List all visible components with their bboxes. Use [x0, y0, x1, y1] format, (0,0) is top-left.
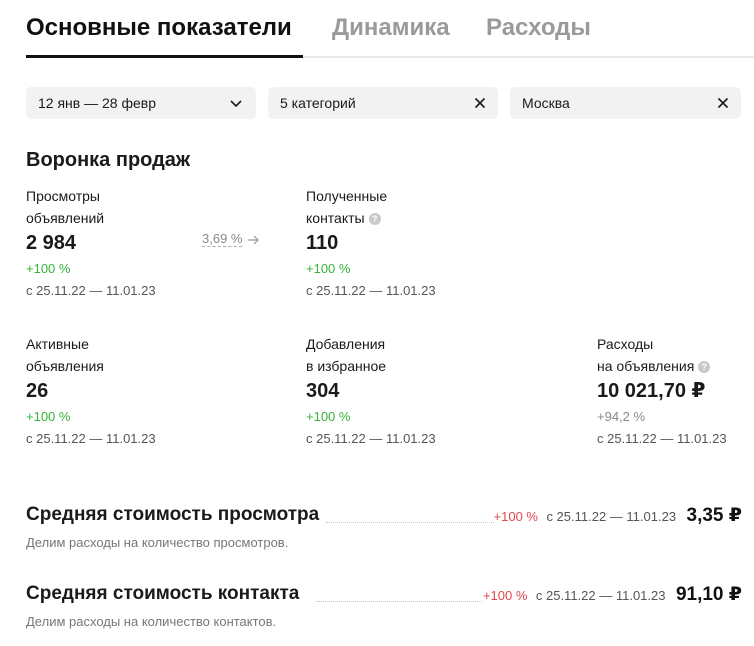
avg-change: +100 %	[493, 509, 538, 524]
avg-cost-per-view: Средняя стоимость просмотра +100 % с 25.…	[26, 504, 742, 550]
avg-values: +100 % с 25.11.22 — 11.01.23 3,35 ₽	[493, 504, 742, 527]
info-icon[interactable]: ?	[698, 361, 711, 374]
active-tab-indicator	[26, 55, 303, 58]
metric-label: Добавления	[306, 336, 386, 352]
funnel-title: Воронка продаж	[26, 149, 191, 171]
dotted-leader	[316, 601, 486, 602]
avg-title: Средняя стоимость просмотра	[26, 504, 322, 526]
metric-value: 10 021,70 ₽	[597, 380, 706, 402]
metric-value: 2 984	[26, 232, 77, 254]
date-range-select[interactable]: 12 янв — 28 февр	[26, 87, 256, 119]
metric-change: +94,2 %	[597, 409, 646, 424]
metric-expenses: Расходы на объявления? 10 021,70 ₽ +94,2…	[597, 333, 754, 449]
metric-period: с 25.11.22 — 11.01.23	[306, 283, 436, 298]
avg-change: +100 %	[482, 588, 528, 603]
avg-description: Делим расходы на количество контактов.	[26, 614, 277, 629]
avg-description: Делим расходы на количество просмотров.	[26, 535, 289, 550]
metric-label: объявления	[26, 358, 104, 374]
metric-contacts: Полученные контакты? 110 +100 % с 25.11.…	[306, 185, 466, 301]
metric-value: 304	[306, 380, 340, 402]
metric-label: на объявления	[597, 358, 695, 374]
date-range-value: 12 янв — 28 февр	[38, 95, 156, 111]
tab-main-metrics[interactable]: Основные показатели	[26, 14, 292, 42]
category-filter-value: 5 категорий	[280, 95, 356, 111]
avg-period: с 25.11.22 — 11.01.23	[546, 509, 677, 524]
metric-period: с 25.11.22 — 11.01.23	[597, 431, 727, 446]
avg-value: 91,10 ₽	[675, 584, 742, 605]
tab-dynamics[interactable]: Динамика	[332, 14, 450, 42]
metric-label: Расходы	[597, 336, 654, 352]
avg-period: с 25.11.22 — 11.01.23	[535, 588, 666, 603]
metric-label-row: контакты?	[306, 207, 466, 229]
tab-bar: Основные показатели Динамика Расходы	[0, 0, 754, 60]
metric-value: 26	[26, 380, 49, 402]
city-filter[interactable]: Москва	[510, 87, 741, 119]
metric-label: Просмотры	[26, 188, 100, 204]
metric-period: с 25.11.22 — 11.01.23	[26, 431, 156, 446]
metric-active-listings: Активные объявления 26 +100 % с 25.11.22…	[26, 333, 186, 449]
category-filter[interactable]: 5 категорий	[268, 87, 498, 119]
metric-change: +100 %	[306, 261, 351, 276]
metric-label: Полученные	[306, 188, 388, 204]
metric-change: +100 %	[306, 409, 351, 424]
avg-values: +100 % с 25.11.22 — 11.01.23 91,10 ₽	[482, 583, 742, 606]
city-filter-value: Москва	[522, 95, 570, 111]
metric-views: Просмотры объявлений 2 984 +100 % с 25.1…	[26, 185, 186, 301]
metric-value: 110	[306, 232, 339, 254]
metric-change: +100 %	[26, 261, 71, 276]
avg-value: 3,35 ₽	[686, 505, 742, 526]
close-icon[interactable]	[472, 95, 488, 111]
metric-label: Активные	[26, 336, 89, 352]
arrow-right-icon	[248, 235, 259, 244]
tab-expenses[interactable]: Расходы	[486, 14, 591, 42]
metric-period: с 25.11.22 — 11.01.23	[26, 283, 156, 298]
metric-label: контакты	[306, 210, 365, 226]
info-icon[interactable]: ?	[368, 213, 381, 226]
avg-cost-per-contact: Средняя стоимость контакта +100 % с 25.1…	[26, 583, 742, 629]
close-icon[interactable]	[715, 95, 731, 111]
metric-label: объявлений	[26, 210, 105, 226]
conversion-value: 3,69 %	[202, 231, 243, 247]
metric-label: в избранное	[306, 358, 387, 374]
chevron-down-icon	[230, 100, 242, 108]
metric-label-row: на объявления?	[597, 355, 754, 377]
metric-change: +100 %	[26, 409, 71, 424]
conversion-rate[interactable]: 3,69 %	[202, 231, 260, 247]
avg-title: Средняя стоимость контакта	[26, 583, 302, 605]
metric-favorites: Добавления в избранное 304 +100 % с 25.1…	[306, 333, 466, 449]
metric-period: с 25.11.22 — 11.01.23	[306, 431, 436, 446]
